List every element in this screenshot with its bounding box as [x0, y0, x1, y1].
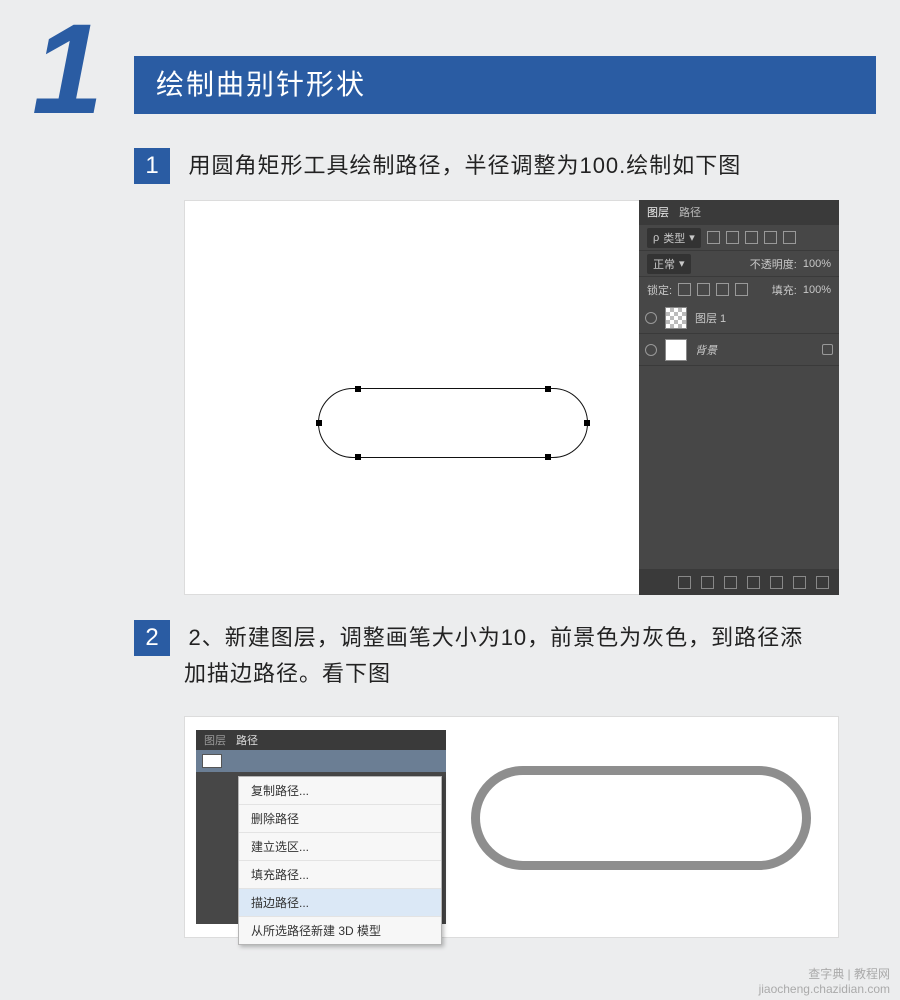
path-thumbnail [202, 754, 222, 768]
layer-name: 背景 [695, 342, 717, 358]
fill-label: 填充: [772, 282, 797, 298]
tab-paths[interactable]: 路径 [236, 732, 258, 748]
opacity-label: 不透明度: [750, 256, 797, 272]
section-big-number: 1 [32, 0, 95, 143]
layer-style-icon[interactable] [701, 576, 714, 589]
path-row-selected[interactable] [196, 750, 446, 772]
lock-label: 锁定: [647, 282, 672, 298]
step-1-text: 用圆角矩形工具绘制路径，半径调整为100.绘制如下图 [188, 148, 741, 184]
menu-delete-path[interactable]: 删除路径 [239, 805, 441, 833]
new-layer-icon[interactable] [793, 576, 806, 589]
filter-image-icon[interactable] [707, 231, 720, 244]
anchor-point [584, 420, 590, 426]
opacity-value[interactable]: 100% [803, 258, 831, 270]
blend-mode-dropdown[interactable]: 正常 ▾ [647, 254, 691, 274]
link-layers-icon[interactable] [678, 576, 691, 589]
visibility-eye-icon[interactable] [645, 344, 657, 356]
filter-adjust-icon[interactable] [726, 231, 739, 244]
step-2-text-line1: 2、新建图层，调整画笔大小为10，前景色为灰色，到路径添 [188, 620, 803, 656]
lock-position-icon[interactable] [716, 283, 729, 296]
layer-list: 图层 1 背景 [639, 302, 839, 569]
layer-thumbnail [665, 307, 687, 329]
context-menu: 复制路径... 删除路径 建立选区... 填充路径... 描边路径... 从所选… [238, 776, 442, 945]
watermark-line1: 查字典 | 教程网 [10, 965, 890, 982]
tab-paths[interactable]: 路径 [679, 204, 701, 220]
layer-name: 图层 1 [695, 310, 726, 326]
fill-value[interactable]: 100% [803, 284, 831, 296]
lock-all-icon[interactable] [735, 283, 748, 296]
panel-tabs: 图层 路径 [639, 200, 839, 224]
menu-duplicate-path[interactable]: 复制路径... [239, 777, 441, 805]
watermark-line2: jiaocheng.chazidian.com [10, 982, 890, 996]
anchor-point [545, 454, 551, 460]
lock-transparent-icon[interactable] [678, 283, 691, 296]
adjustment-layer-icon[interactable] [747, 576, 760, 589]
visibility-eye-icon[interactable] [645, 312, 657, 324]
search-icon: ρ [653, 232, 659, 244]
anchor-point [545, 386, 551, 392]
lock-icon [822, 344, 833, 355]
filter-smart-icon[interactable] [783, 231, 796, 244]
trash-icon[interactable] [816, 576, 829, 589]
chevron-down-icon: ▾ [689, 231, 695, 244]
blend-row: 正常 ▾ 不透明度: 100% [639, 250, 839, 276]
layer-mask-icon[interactable] [724, 576, 737, 589]
paths-panel: 图层 路径 复制路径... 删除路径 建立选区... 填充路径... 描边路径.… [196, 730, 446, 924]
filter-shape-icon[interactable] [764, 231, 777, 244]
layer-item-1[interactable]: 图层 1 [639, 302, 839, 334]
step-2-number: 2 [134, 620, 170, 656]
layer-thumbnail [665, 339, 687, 361]
menu-3d-from-path[interactable]: 从所选路径新建 3D 模型 [239, 917, 441, 944]
blend-mode-value: 正常 [653, 256, 675, 272]
menu-make-selection[interactable]: 建立选区... [239, 833, 441, 861]
filter-text-icon[interactable] [745, 231, 758, 244]
menu-fill-path[interactable]: 填充路径... [239, 861, 441, 889]
stroked-stadium-shape [471, 766, 811, 870]
tab-layers[interactable]: 图层 [647, 204, 669, 220]
rounded-rect-path [318, 388, 588, 458]
layer-item-bg[interactable]: 背景 [639, 334, 839, 366]
group-icon[interactable] [770, 576, 783, 589]
figure-2: 图层 路径 复制路径... 删除路径 建立选区... 填充路径... 描边路径.… [184, 716, 839, 938]
step-1-number: 1 [134, 148, 170, 184]
canvas-area [184, 200, 639, 595]
chevron-down-icon: ▾ [679, 257, 685, 270]
section-header: 绘制曲别针形状 [134, 56, 876, 114]
step-1: 1 用圆角矩形工具绘制路径，半径调整为100.绘制如下图 [134, 148, 741, 184]
panel-footer [639, 569, 839, 595]
step-2: 2 2、新建图层，调整画笔大小为10，前景色为灰色，到路径添 加描边路径。看下图 [134, 620, 803, 692]
tab-layers[interactable]: 图层 [204, 732, 226, 748]
anchor-point [355, 386, 361, 392]
paths-panel-tabs: 图层 路径 [196, 730, 446, 750]
step-2-text-line2: 加描边路径。看下图 [184, 656, 803, 692]
lock-pixels-icon[interactable] [697, 283, 710, 296]
lock-row: 锁定: 填充: 100% [639, 276, 839, 302]
figure-1: 图层 路径 ρ 类型 ▾ 正常 ▾ 不透明度: 100% 锁定: [184, 200, 839, 595]
anchor-point [316, 420, 322, 426]
filter-type-dropdown[interactable]: ρ 类型 ▾ [647, 228, 701, 248]
layers-panel: 图层 路径 ρ 类型 ▾ 正常 ▾ 不透明度: 100% 锁定: [639, 200, 839, 595]
filter-row: ρ 类型 ▾ [639, 224, 839, 250]
anchor-point [355, 454, 361, 460]
watermark: 查字典 | 教程网 jiaocheng.chazidian.com [0, 961, 900, 1000]
menu-stroke-path[interactable]: 描边路径... [239, 889, 441, 917]
filter-type-label: 类型 [663, 230, 685, 246]
